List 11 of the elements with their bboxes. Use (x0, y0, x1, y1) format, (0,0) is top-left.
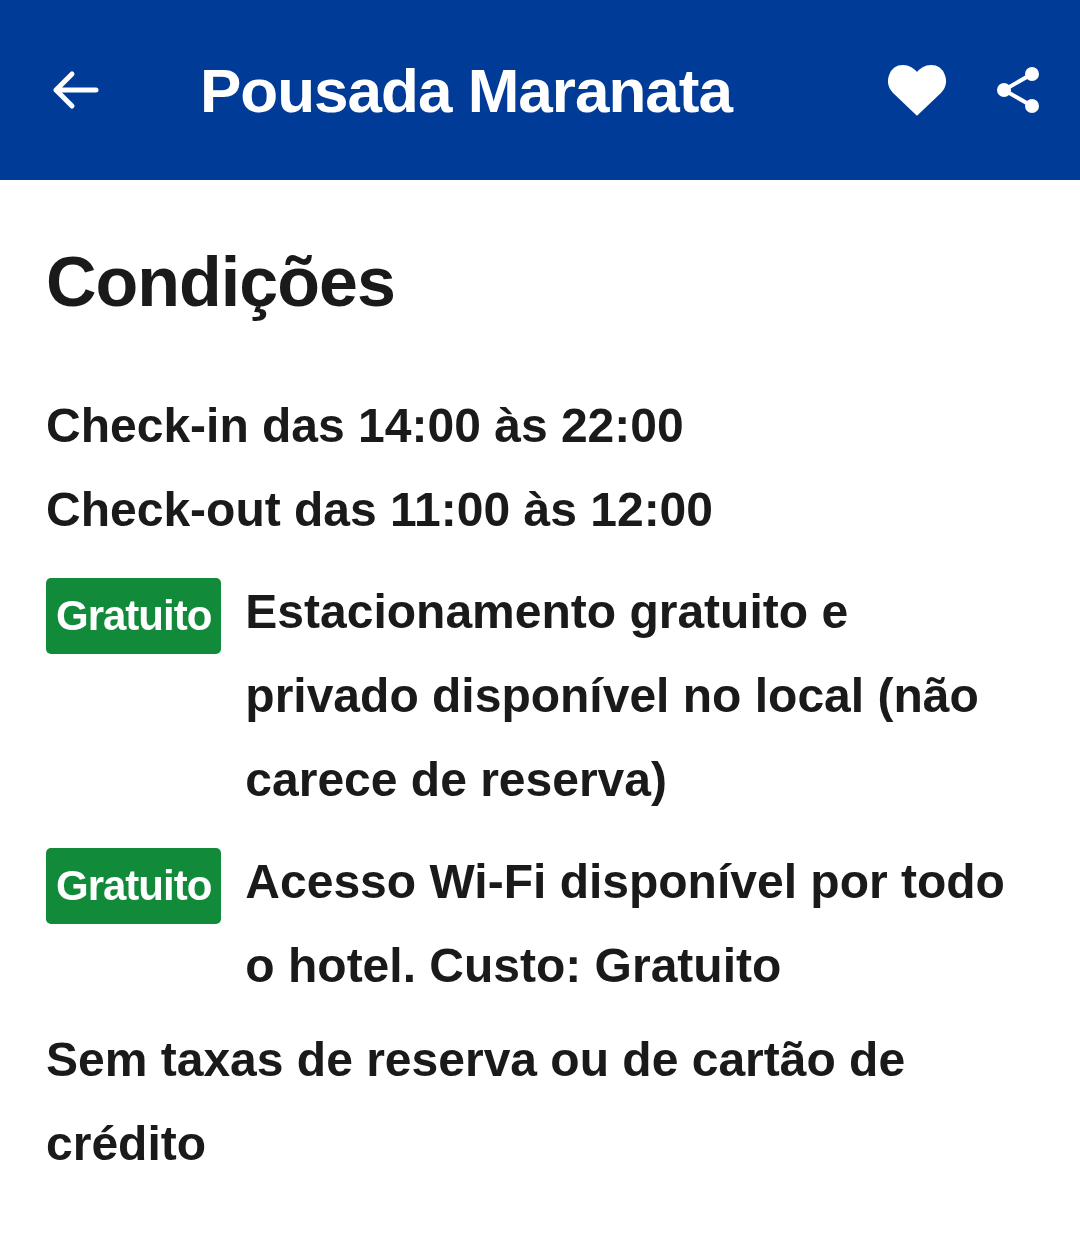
hotel-title: Pousada Maranata (200, 54, 734, 127)
free-tag: Gratuito (46, 848, 222, 924)
hours-text: Check-out das 11:00 às 12:00 (46, 482, 714, 538)
fees-note: Sem taxas de reserva ou de cartão de crédito (46, 1032, 907, 1172)
share-icon[interactable] (994, 65, 1042, 115)
hours-text: Check-in das 14:00 às 22:00 (46, 398, 685, 454)
heart-icon[interactable] (888, 64, 946, 116)
free-tag: Gratuito (46, 578, 222, 654)
amenity-text: Estacionamento gratuito e privado disponível no local (não carece de reserva) (245, 584, 980, 808)
section-heading: Condições (46, 242, 396, 323)
amenity-text: Acesso Wi-Fi disponível por todo o hotel. Custo: Gratuito (245, 854, 1006, 994)
